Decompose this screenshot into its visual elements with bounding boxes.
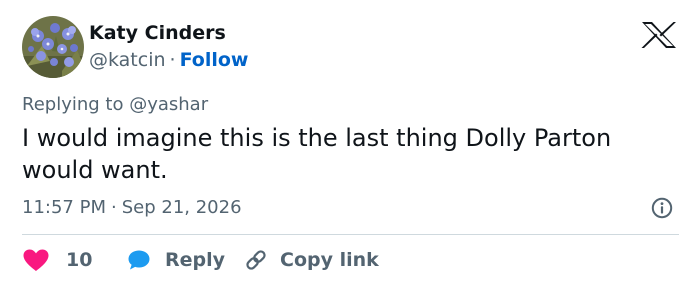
- author-meta: @katcin · Follow: [89, 47, 248, 73]
- author-handle[interactable]: @katcin: [89, 49, 166, 71]
- avatar-image: [22, 16, 84, 78]
- divider: [22, 234, 679, 235]
- timestamp-link[interactable]: 11:57 PM · Sep 21, 2026: [22, 196, 242, 220]
- info-icon[interactable]: [651, 197, 673, 219]
- copy-link-label: Copy link: [280, 249, 379, 271]
- embedded-tweet-card: Katy Cinders @katcin · Follow Replying to …: [0, 0, 700, 287]
- author-block: Katy Cinders @katcin · Follow: [89, 20, 248, 73]
- speech-bubble-icon: [128, 250, 150, 270]
- follow-link[interactable]: Follow: [180, 49, 249, 71]
- copy-link-button[interactable]: Copy link: [244, 248, 379, 272]
- link-icon: [246, 250, 266, 270]
- heart-icon: [23, 249, 49, 271]
- like-count: 10: [66, 249, 93, 271]
- action-bar: 10 Reply Copy link: [22, 245, 379, 275]
- separator-dot: ·: [110, 197, 117, 218]
- timestamp-date: Sep 21, 2026: [121, 197, 242, 218]
- author-name[interactable]: Katy Cinders: [89, 20, 248, 46]
- x-logo-icon[interactable]: [640, 20, 678, 50]
- replying-to-label: Replying to @yashar: [22, 94, 209, 115]
- reply-button[interactable]: Reply: [127, 249, 244, 271]
- tweet-text: I would imagine this is the last thing D…: [22, 124, 612, 184]
- timestamp-time: 11:57 PM: [22, 197, 106, 218]
- avatar[interactable]: [22, 16, 84, 78]
- separator-dot: ·: [169, 49, 176, 71]
- like-button[interactable]: 10: [22, 248, 127, 272]
- reply-label: Reply: [165, 249, 226, 271]
